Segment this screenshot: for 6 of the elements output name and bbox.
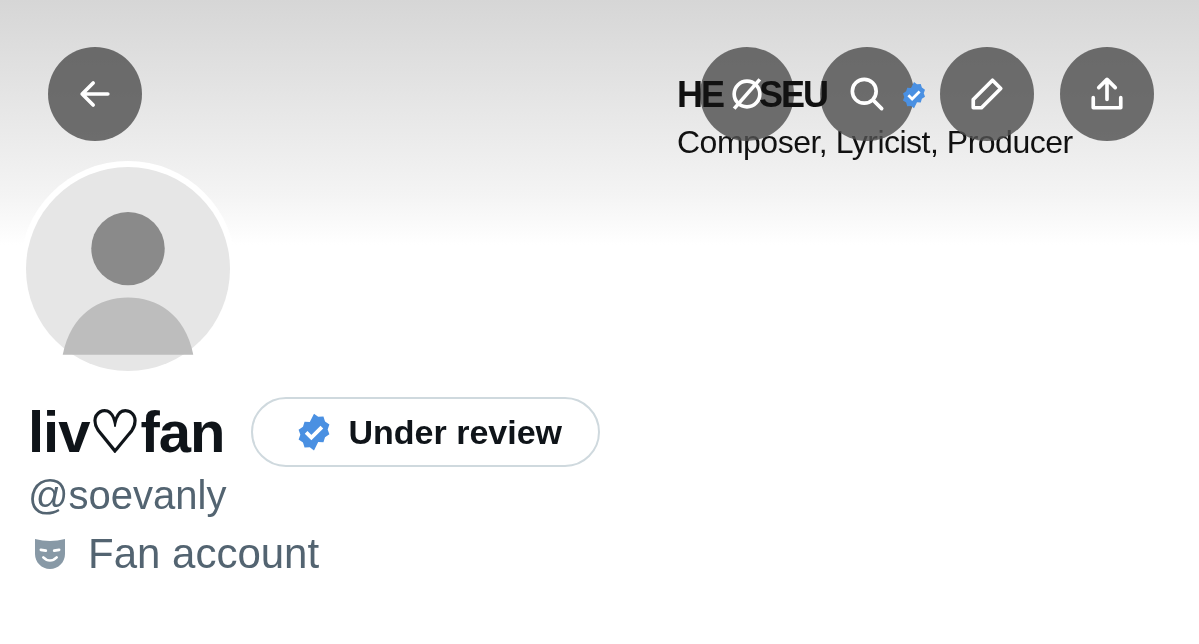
user-handle: @soevanly [28, 473, 228, 518]
profile-category: Fan account [88, 530, 320, 578]
banner-subtitle: Composer, Lyricist, Producer [677, 124, 1073, 161]
display-name: liv♡fan [28, 398, 225, 466]
verification-status-button[interactable]: Under review [250, 397, 601, 467]
avatar-silhouette[interactable] [26, 167, 230, 371]
